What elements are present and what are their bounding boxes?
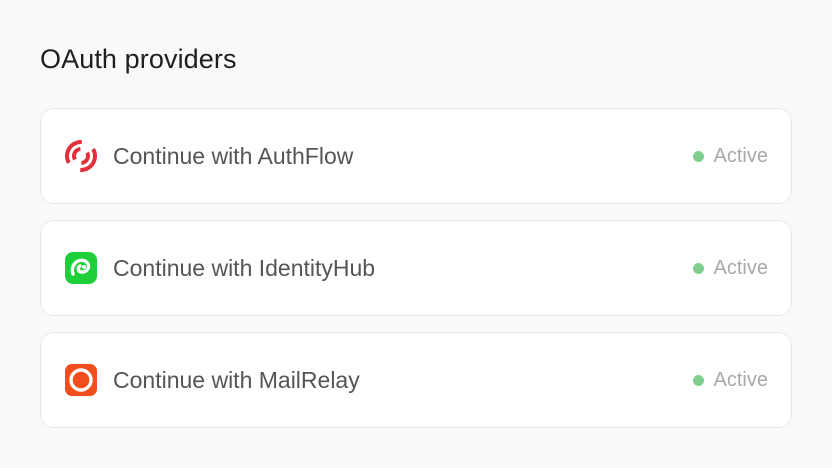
provider-list: Continue with AuthFlow Active Continue w… <box>40 108 792 444</box>
status-dot <box>692 150 704 162</box>
provider-card-mailrelay[interactable]: Continue with MailRelay Active <box>40 332 792 428</box>
status-dot <box>692 374 704 386</box>
identityhub-logo-icon <box>64 251 98 285</box>
provider-label: Continue with IdentityHub <box>113 254 376 281</box>
status-text: Active <box>713 368 768 391</box>
oauth-providers-page: OAuth providers Continue with AuthFlow A… <box>0 0 832 468</box>
status-text: Active <box>713 144 768 167</box>
status-badge: Active <box>692 144 768 168</box>
mailrelay-logo-icon <box>64 363 98 397</box>
authflow-logo-icon <box>64 139 98 173</box>
provider-card-identityhub[interactable]: Continue with IdentityHub Active <box>40 220 792 316</box>
provider-card-authflow[interactable]: Continue with AuthFlow Active <box>40 108 792 204</box>
status-text: Active <box>713 256 768 279</box>
status-badge: Active <box>692 256 768 280</box>
section-title: OAuth providers <box>40 44 237 74</box>
provider-label: Continue with MailRelay <box>113 366 360 393</box>
status-dot <box>692 262 704 274</box>
status-badge: Active <box>692 368 768 392</box>
provider-label: Continue with AuthFlow <box>113 142 354 169</box>
